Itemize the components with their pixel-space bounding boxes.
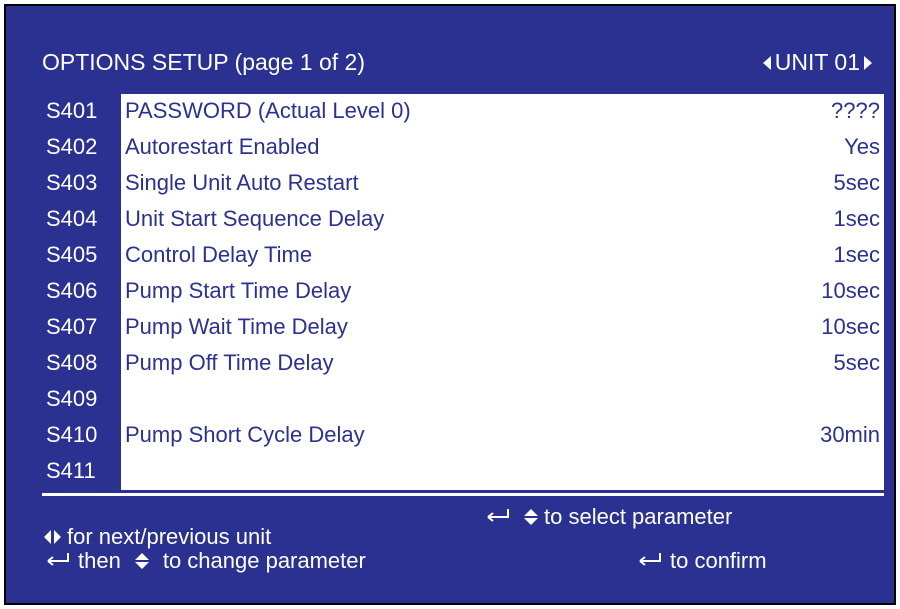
unit-selector[interactable]: UNIT 01	[762, 49, 872, 76]
parameter-name: Control Delay Time	[125, 242, 313, 267]
parameter-list: S401 PASSWORD (Actual Level 0)???? S402 Aut…	[42, 94, 884, 490]
help-change-text: to change parameter	[162, 548, 366, 573]
divider	[42, 493, 884, 496]
parameter-name: PASSWORD (Actual Level 0)	[125, 98, 411, 123]
options-setup-screen: OPTIONS SETUP (page 1 of 2) UNIT 01 S401…	[4, 4, 896, 605]
parameter-row[interactable]: S403 Single Unit Auto Restart 5sec	[42, 166, 884, 202]
parameter-code: S408	[46, 350, 98, 375]
parameter-row[interactable]: S410 Pump Short Cycle Delay 30min	[42, 418, 884, 454]
parameter-name: Autorestart Enabled	[125, 134, 320, 159]
parameter-code: S407	[46, 314, 98, 339]
parameter-name: Single Unit Auto Restart	[125, 170, 359, 195]
parameter-value[interactable]: 10sec	[821, 278, 880, 304]
parameter-value[interactable]: ????	[831, 98, 880, 124]
enter-icon	[482, 504, 512, 530]
parameter-value[interactable]: 5sec	[834, 170, 880, 196]
parameter-row[interactable]: S406 Pump Start Time Delay 10sec	[42, 274, 884, 310]
help-confirm-text: to confirm	[670, 548, 767, 573]
parameter-value[interactable]: 1sec	[834, 206, 880, 232]
parameter-name: Unit Start Sequence Delay	[125, 206, 385, 231]
help-confirm: to confirm	[634, 548, 767, 574]
next-unit-icon[interactable]	[864, 55, 872, 70]
parameter-row[interactable]: S411	[42, 454, 884, 490]
parameter-value[interactable]: 10sec	[821, 314, 880, 340]
parameter-name: Pump Short Cycle Delay	[125, 422, 365, 447]
parameter-row[interactable]: S405 Control Delay Time 1sec	[42, 238, 884, 274]
parameter-row[interactable]: S409	[42, 382, 884, 418]
title-bar: OPTIONS SETUP (page 1 of 2) UNIT 01	[34, 36, 882, 86]
parameter-row[interactable]: S404 Unit Start Sequence Delay 1sec	[42, 202, 884, 238]
help-select-text: to select parameter	[544, 504, 733, 529]
help-select: to select parameter	[482, 504, 732, 530]
page-title: OPTIONS SETUP (page 1 of 2)	[42, 49, 365, 75]
parameter-code: S401	[46, 98, 98, 123]
parameter-code: S402	[46, 134, 98, 159]
help-next-prev-text: for next/previous unit	[67, 524, 272, 549]
parameter-code: S410	[46, 422, 98, 447]
enter-icon	[42, 548, 72, 574]
help-then-text: then	[78, 548, 121, 573]
help-next-prev: for next/previous unit	[44, 524, 271, 550]
parameter-name: Pump Start Time Delay	[125, 278, 352, 303]
parameter-code: S406	[46, 278, 98, 303]
parameter-code: S404	[46, 206, 98, 231]
previous-unit-icon[interactable]	[762, 55, 771, 70]
parameter-name: Pump Off Time Delay	[125, 350, 334, 375]
parameter-row[interactable]: S401 PASSWORD (Actual Level 0)????	[42, 94, 884, 130]
left-right-arrows-icon	[44, 530, 61, 544]
parameter-name: Pump Wait Time Delay	[125, 314, 348, 339]
up-down-arrows-icon	[524, 509, 538, 525]
help-change: then to change parameter	[42, 548, 366, 574]
parameter-row[interactable]: S402 Autorestart Enabled Yes	[42, 130, 884, 166]
parameter-code: S405	[46, 242, 98, 267]
parameter-row[interactable]: S407 Pump Wait Time Delay 10sec	[42, 310, 884, 346]
unit-label: UNIT 01	[774, 49, 860, 75]
parameter-code: S411	[46, 458, 96, 483]
parameter-value[interactable]: 30min	[820, 422, 880, 448]
up-down-arrows-icon	[134, 553, 149, 569]
parameter-code: S403	[46, 170, 98, 195]
parameter-value[interactable]: Yes	[844, 134, 880, 160]
enter-icon	[634, 548, 664, 574]
parameter-value[interactable]: 5sec	[834, 350, 880, 376]
parameter-value[interactable]: 1sec	[834, 242, 880, 268]
parameter-code: S409	[46, 386, 98, 411]
parameter-row[interactable]: S408 Pump Off Time Delay 5sec	[42, 346, 884, 382]
